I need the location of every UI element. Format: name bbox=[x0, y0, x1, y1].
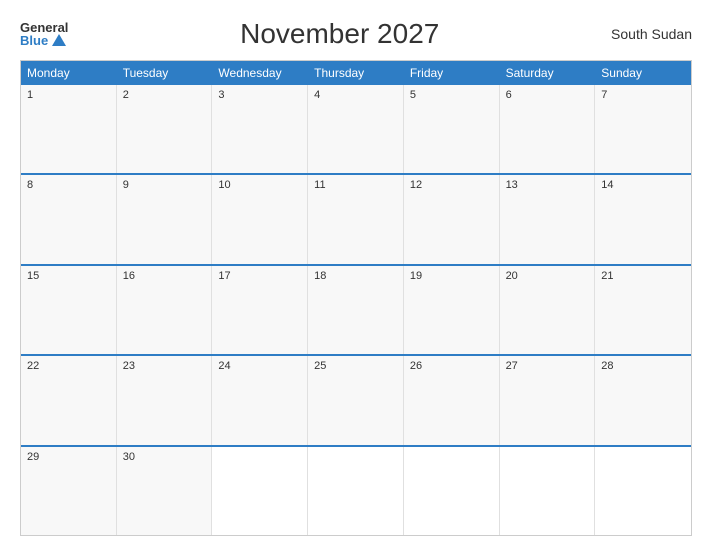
day-number: 5 bbox=[410, 89, 416, 101]
day-cell: 26 bbox=[404, 356, 500, 444]
day-number: 4 bbox=[314, 89, 320, 101]
day-cell: 17 bbox=[212, 266, 308, 354]
day-cell: 8 bbox=[21, 175, 117, 263]
day-header-monday: Monday bbox=[21, 61, 117, 85]
logo-blue-text: Blue bbox=[20, 34, 48, 47]
logo-blue-row: Blue bbox=[20, 34, 68, 47]
day-cell: 25 bbox=[308, 356, 404, 444]
weeks: 1234567891011121314151617181920212223242… bbox=[21, 85, 691, 535]
day-cell: 20 bbox=[500, 266, 596, 354]
day-number: 9 bbox=[123, 179, 129, 191]
day-number: 21 bbox=[601, 270, 613, 282]
day-cell bbox=[212, 447, 308, 535]
day-number: 11 bbox=[314, 179, 325, 191]
day-number: 6 bbox=[506, 89, 512, 101]
day-number: 27 bbox=[506, 360, 518, 372]
day-number: 24 bbox=[218, 360, 230, 372]
week-row-3: 15 16 17 18 19 20 21 bbox=[21, 264, 691, 354]
day-cell: 5 bbox=[404, 85, 500, 173]
day-number: 23 bbox=[123, 360, 135, 372]
day-number: 15 bbox=[27, 270, 39, 282]
page: General Blue November 2027 South Sudan M… bbox=[0, 0, 712, 550]
day-header-saturday: Saturday bbox=[500, 61, 596, 85]
day-cell: 24 bbox=[212, 356, 308, 444]
day-number: 1 bbox=[27, 89, 33, 101]
day-number: 19 bbox=[410, 270, 422, 282]
day-cell bbox=[595, 447, 691, 535]
day-cell: 7 bbox=[595, 85, 691, 173]
day-cell: 28 bbox=[595, 356, 691, 444]
day-number: 18 bbox=[314, 270, 326, 282]
day-cell bbox=[404, 447, 500, 535]
day-number: 20 bbox=[506, 270, 518, 282]
logo: General Blue bbox=[20, 21, 68, 47]
day-header-sunday: Sunday bbox=[595, 61, 691, 85]
day-number: 28 bbox=[601, 360, 613, 372]
day-cell: 6 bbox=[500, 85, 596, 173]
logo-triangle-icon bbox=[52, 34, 66, 46]
day-number: 2 bbox=[123, 89, 129, 101]
day-number: 8 bbox=[27, 179, 33, 191]
day-number: 13 bbox=[506, 179, 518, 191]
day-cell: 1 bbox=[21, 85, 117, 173]
day-cell: 14 bbox=[595, 175, 691, 263]
calendar-title: November 2027 bbox=[240, 18, 439, 50]
day-number: 14 bbox=[601, 179, 613, 191]
day-cell: 12 bbox=[404, 175, 500, 263]
header: General Blue November 2027 South Sudan bbox=[20, 18, 692, 50]
day-cell: 15 bbox=[21, 266, 117, 354]
day-cell: 16 bbox=[117, 266, 213, 354]
day-number: 25 bbox=[314, 360, 326, 372]
week-row-5: 29 30 bbox=[21, 445, 691, 535]
week-row-2: 8 9 10 11 12 13 14 bbox=[21, 173, 691, 263]
day-number: 30 bbox=[123, 451, 135, 463]
day-number: 16 bbox=[123, 270, 135, 282]
day-cell: 13 bbox=[500, 175, 596, 263]
day-cell: 30 bbox=[117, 447, 213, 535]
day-number: 3 bbox=[218, 89, 224, 101]
week-row-1: 1 2 3 4 5 6 7 bbox=[21, 85, 691, 173]
day-number: 12 bbox=[410, 179, 422, 191]
day-cell bbox=[308, 447, 404, 535]
day-cell: 9 bbox=[117, 175, 213, 263]
day-header-thursday: Thursday bbox=[308, 61, 404, 85]
day-header-wednesday: Wednesday bbox=[212, 61, 308, 85]
day-number: 10 bbox=[218, 179, 230, 191]
day-headers: MondayTuesdayWednesdayThursdayFridaySatu… bbox=[21, 61, 691, 85]
day-cell bbox=[500, 447, 596, 535]
day-cell: 10 bbox=[212, 175, 308, 263]
day-cell: 2 bbox=[117, 85, 213, 173]
day-number: 17 bbox=[218, 270, 230, 282]
day-cell: 21 bbox=[595, 266, 691, 354]
day-cell: 27 bbox=[500, 356, 596, 444]
day-number: 22 bbox=[27, 360, 39, 372]
day-cell: 29 bbox=[21, 447, 117, 535]
day-number: 29 bbox=[27, 451, 39, 463]
day-header-tuesday: Tuesday bbox=[117, 61, 213, 85]
day-header-friday: Friday bbox=[404, 61, 500, 85]
day-cell: 22 bbox=[21, 356, 117, 444]
day-cell: 4 bbox=[308, 85, 404, 173]
day-cell: 11 bbox=[308, 175, 404, 263]
day-number: 26 bbox=[410, 360, 422, 372]
day-cell: 19 bbox=[404, 266, 500, 354]
day-cell: 23 bbox=[117, 356, 213, 444]
day-cell: 18 bbox=[308, 266, 404, 354]
week-row-4: 22 23 24 25 26 27 28 bbox=[21, 354, 691, 444]
day-cell: 3 bbox=[212, 85, 308, 173]
country-label: South Sudan bbox=[611, 26, 692, 42]
day-number: 7 bbox=[601, 89, 607, 101]
calendar: MondayTuesdayWednesdayThursdayFridaySatu… bbox=[20, 60, 692, 536]
